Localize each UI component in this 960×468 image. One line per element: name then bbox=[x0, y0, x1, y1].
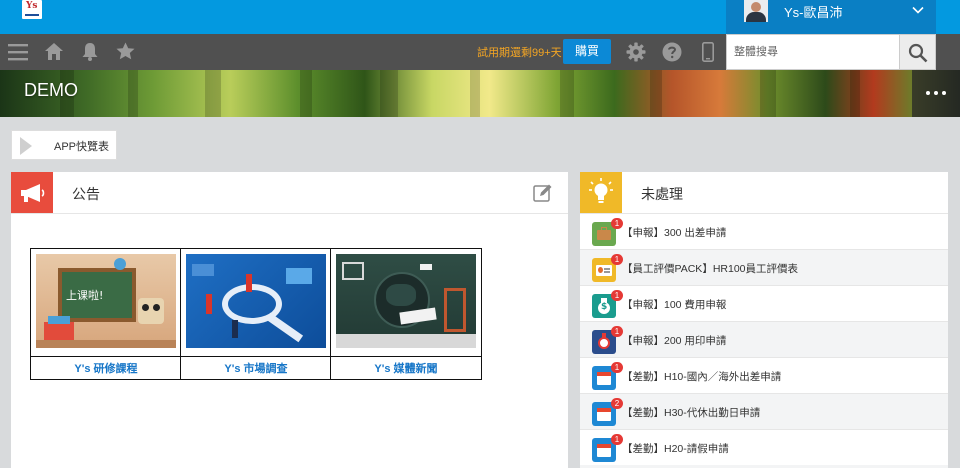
page-title: DEMO bbox=[24, 80, 78, 100]
pending-item-label: 【申報】100 費用申報 bbox=[622, 299, 727, 311]
announcement-panel: 公告 上课啦! Y's 研修課程 Y's 市場調查 Y's 媒體新聞 bbox=[11, 172, 568, 468]
market-survey-image bbox=[186, 254, 326, 348]
play-icon bbox=[20, 137, 32, 155]
pending-item-label: 【差勤】H10-國內／海外出差申請 bbox=[622, 371, 782, 383]
megaphone-icon bbox=[11, 172, 53, 213]
pending-header: 未處理 bbox=[580, 172, 948, 213]
media-news-caption[interactable]: Y's 媒體新聞 bbox=[331, 360, 481, 376]
more-options-button[interactable] bbox=[912, 70, 960, 117]
pending-item-label: 【申報】200 用印申請 bbox=[622, 335, 727, 347]
search-box bbox=[726, 34, 900, 70]
gear-icon[interactable] bbox=[626, 42, 646, 62]
pending-item-leave-request[interactable]: 1 【差勤】H20-請假申請 bbox=[580, 429, 948, 465]
pending-item-employee-review[interactable]: 1 【員工評價PACK】HR100員工評價表 bbox=[580, 249, 948, 285]
logo-text: Ys bbox=[26, 1, 38, 11]
market-survey-caption[interactable]: Y's 市場調查 bbox=[181, 360, 331, 376]
avatar bbox=[744, 0, 768, 22]
pending-item-label: 【員工評價PACK】HR100員工評價表 bbox=[622, 263, 798, 275]
company-logo[interactable]: Ys bbox=[22, 0, 42, 19]
market-survey-link[interactable]: Y's 市場調查 bbox=[181, 249, 331, 379]
help-icon[interactable] bbox=[662, 42, 682, 62]
chevron-down-icon[interactable] bbox=[912, 4, 924, 16]
search-input[interactable] bbox=[727, 35, 899, 69]
pending-item-label: 【申報】300 出差申請 bbox=[622, 227, 727, 239]
edit-icon[interactable] bbox=[533, 183, 553, 203]
training-course-image: 上课啦! bbox=[36, 254, 176, 348]
search-button[interactable] bbox=[900, 34, 936, 70]
pending-title: 未處理 bbox=[641, 186, 683, 202]
training-course-link[interactable]: 上课啦! Y's 研修課程 bbox=[31, 249, 181, 379]
buy-button[interactable]: 購買 bbox=[563, 39, 611, 64]
pending-item-compensatory-leave[interactable]: 2 【差勤】H30-代休出勤日申請 bbox=[580, 393, 948, 429]
page-banner: DEMO bbox=[0, 70, 960, 117]
training-course-caption[interactable]: Y's 研修課程 bbox=[31, 360, 181, 376]
pending-item-seal-request[interactable]: 1 【申報】200 用印申請 bbox=[580, 321, 948, 357]
trial-notice[interactable]: 試用期還剩99+天 bbox=[477, 44, 562, 60]
pending-item-business-trip[interactable]: 1 【申報】300 出差申請 bbox=[580, 213, 948, 249]
star-icon[interactable] bbox=[116, 42, 135, 60]
user-name: Ys-歐昌沛 bbox=[784, 5, 843, 20]
pending-item-label: 【差勤】H20-請假申請 bbox=[622, 443, 729, 455]
nav-bar: 試用期還剩99+天 購買 bbox=[0, 34, 960, 70]
classroom-text: 上课啦! bbox=[66, 289, 104, 302]
media-news-link[interactable]: Y's 媒體新聞 bbox=[331, 249, 481, 379]
pending-item-label: 【差勤】H30-代休出勤日申請 bbox=[622, 407, 761, 419]
app-overview-label: APP快覽表 bbox=[54, 141, 110, 153]
link-table: 上课啦! Y's 研修課程 Y's 市場調查 Y's 媒體新聞 bbox=[30, 248, 482, 380]
home-icon[interactable] bbox=[44, 42, 64, 61]
user-menu[interactable]: Ys-歐昌沛 bbox=[726, 0, 936, 34]
bell-icon[interactable] bbox=[81, 42, 99, 61]
lightbulb-icon bbox=[580, 172, 622, 213]
pending-panel: 未處理 1 【申報】300 出差申請 1 【員工評價PACK】HR100員工評價… bbox=[580, 172, 948, 468]
app-overview-button[interactable]: APP快覽表 bbox=[11, 130, 117, 160]
top-bar: Ys Ys-歐昌沛 bbox=[0, 0, 960, 34]
mobile-icon[interactable] bbox=[702, 42, 714, 62]
pending-item-travel-request[interactable]: 1 【差勤】H10-國內／海外出差申請 bbox=[580, 357, 948, 393]
search-icon bbox=[908, 43, 928, 63]
menu-icon[interactable] bbox=[8, 43, 28, 61]
pending-item-expense-report[interactable]: $ 1 【申報】100 費用申報 bbox=[580, 285, 948, 321]
announcement-title: 公告 bbox=[72, 186, 100, 202]
media-news-image bbox=[336, 254, 476, 348]
